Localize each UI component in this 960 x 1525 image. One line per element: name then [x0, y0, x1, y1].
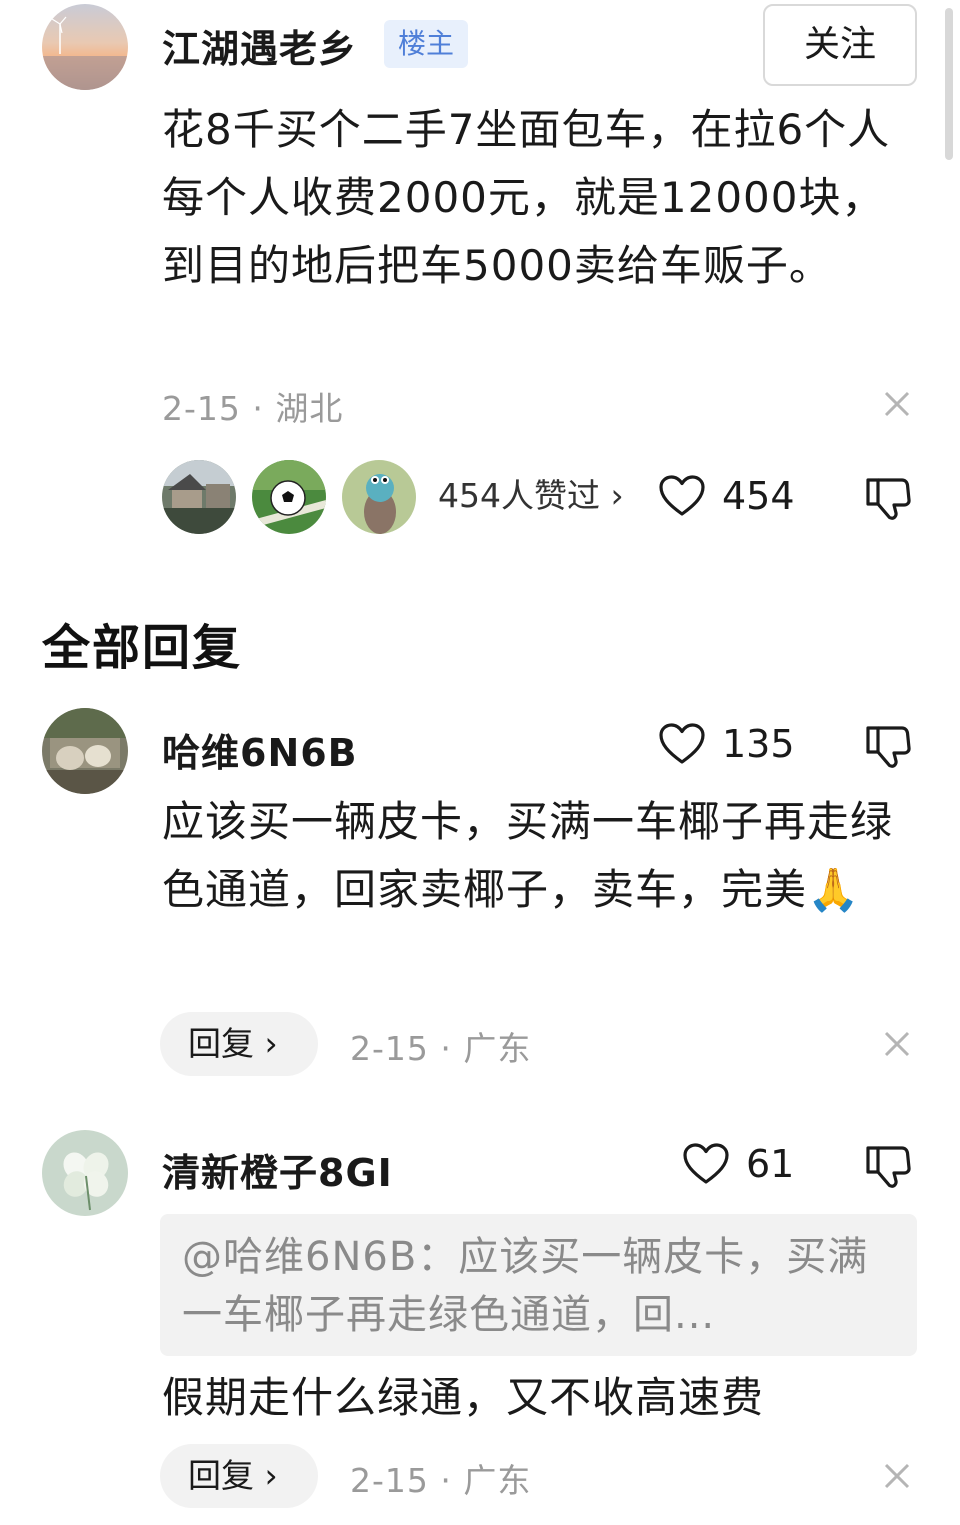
- close-icon[interactable]: [883, 1030, 911, 1058]
- liker-avatar[interactable]: [162, 460, 236, 534]
- reply-meta: 2-15 · 广东: [350, 1022, 531, 1070]
- heart-outline-icon: [659, 475, 705, 516]
- post-date: 2-15: [162, 389, 241, 428]
- section-title: 全部回复: [42, 620, 243, 676]
- reply-avatar[interactable]: [42, 708, 128, 794]
- like-count: 61: [746, 1142, 795, 1186]
- liker-avatar[interactable]: [342, 460, 416, 534]
- reply-meta: 2-15 · 广东: [350, 1454, 531, 1502]
- reply-text: 假期走什么绿通，又不收高速费: [162, 1373, 765, 1422]
- reply-text: 应该买一辆皮卡，买满一车椰子再走绿色通道，回家卖椰子，卖车，完美🙏: [162, 797, 894, 914]
- like-count: 135: [722, 722, 795, 766]
- reply-date: 2-15: [350, 1461, 429, 1500]
- reply-avatar[interactable]: [42, 1130, 128, 1216]
- op-badge: 楼主: [384, 20, 469, 68]
- reply-author-name[interactable]: 清新橙子8GI: [162, 1142, 393, 1197]
- reply-location: 广东: [463, 1029, 532, 1068]
- reply-button[interactable]: 回复 ›: [160, 1012, 318, 1076]
- meta-separator: ·: [240, 389, 276, 428]
- heart-outline-icon: [683, 1143, 729, 1184]
- meta-separator: ·: [428, 1029, 464, 1068]
- post-text: 花8千买个二手7坐面包车，在拉6个人每个人收费2000元，就是12000块，到目…: [162, 105, 891, 290]
- post-meta: 2-15 · 湖北: [162, 382, 343, 430]
- reply-like-button[interactable]: 135: [658, 718, 795, 770]
- close-icon[interactable]: [883, 1462, 911, 1490]
- follow-button[interactable]: 关注: [763, 4, 917, 86]
- post-location: 湖北: [275, 389, 344, 428]
- post-like-button[interactable]: 454: [658, 470, 795, 522]
- reply-like-button[interactable]: 61: [682, 1138, 794, 1190]
- thumbs-down-icon[interactable]: [864, 1142, 912, 1190]
- quoted-reply[interactable]: @哈维6N6B：应该买一辆皮卡，买满一车椰子再走绿色通道，回...: [160, 1214, 917, 1356]
- close-icon[interactable]: [883, 390, 911, 418]
- liker-avatar[interactable]: [252, 460, 326, 534]
- author-name[interactable]: 江湖遇老乡: [162, 18, 357, 73]
- like-count: 454: [722, 474, 795, 518]
- heart-outline-icon: [659, 723, 705, 764]
- thumbs-down-icon[interactable]: [864, 722, 912, 770]
- reply-location: 广东: [463, 1461, 532, 1500]
- scrollbar[interactable]: [945, 8, 953, 160]
- reply-author-name[interactable]: 哈维6N6B: [162, 722, 358, 777]
- thumbs-down-icon[interactable]: [864, 474, 912, 522]
- reply-button[interactable]: 回复 ›: [160, 1444, 318, 1508]
- likers-summary-link[interactable]: 454人赞过 ›: [438, 470, 624, 522]
- author-avatar[interactable]: [42, 4, 128, 90]
- reply-date: 2-15: [350, 1029, 429, 1068]
- meta-separator: ·: [428, 1461, 464, 1500]
